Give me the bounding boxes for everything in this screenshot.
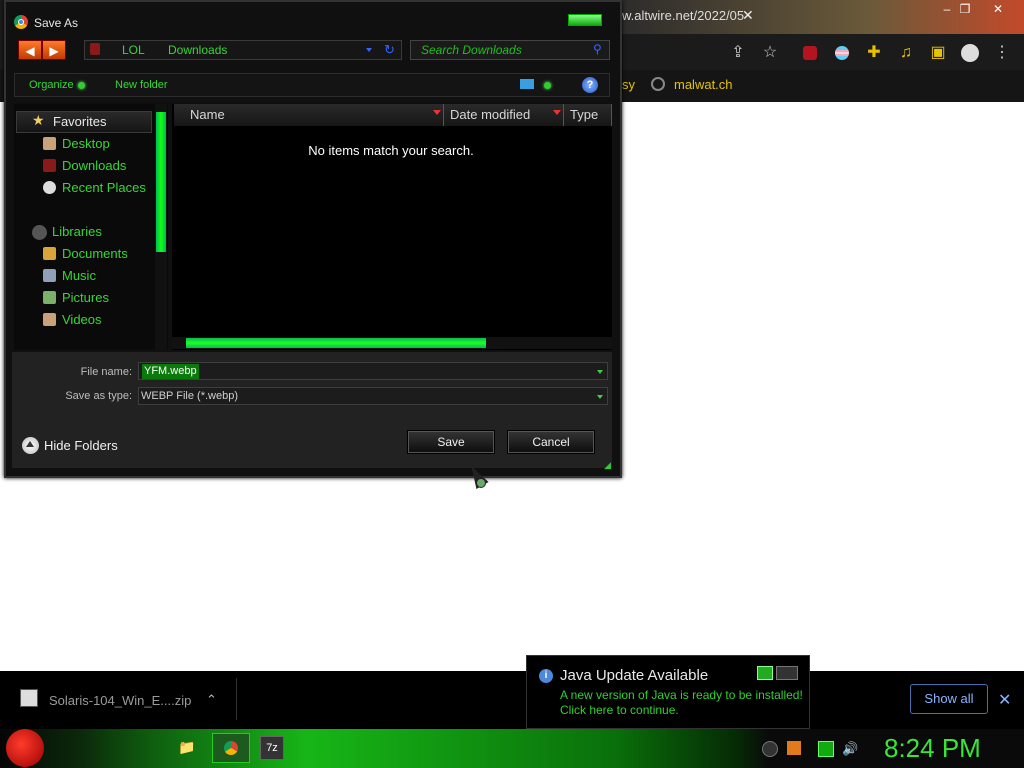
videos-icon — [43, 313, 56, 326]
libraries-header[interactable]: Libraries — [52, 224, 102, 239]
download-chevron-icon[interactable]: ⌃ — [206, 692, 217, 708]
toast-close-icon[interactable] — [776, 666, 798, 680]
toast-options-icon[interactable] — [757, 666, 773, 680]
music-icon — [43, 269, 56, 282]
search-icon[interactable]: ⚲ — [593, 42, 602, 56]
sidebar-item-videos[interactable]: Videos — [62, 312, 102, 327]
tray-network-icon[interactable] — [818, 741, 834, 757]
column-date-label: Date modified — [450, 107, 531, 122]
organize-button[interactable]: Organize — [29, 79, 74, 91]
taskbar-clock[interactable]: 8:24 PM — [884, 733, 981, 764]
extensions-icon[interactable]: ✚ — [864, 43, 884, 63]
globe-icon — [651, 77, 665, 91]
save-button[interactable]: Save — [408, 431, 494, 453]
download-item-name[interactable]: Solaris-104_Win_E....zip — [49, 693, 191, 708]
libraries-icon — [32, 225, 47, 240]
toast-message-line2[interactable]: Click here to continue. — [560, 703, 679, 717]
profile-flag-icon[interactable] — [832, 43, 852, 63]
documents-icon — [43, 247, 56, 260]
download-separator — [236, 678, 237, 720]
pictures-icon — [43, 291, 56, 304]
save-type-dropdown-icon[interactable] — [597, 395, 603, 399]
downloads-icon — [43, 159, 56, 172]
favorites-header[interactable]: Favorites — [53, 114, 106, 129]
back-button[interactable]: ◀ — [18, 40, 42, 60]
file-name-dropdown-icon[interactable] — [597, 370, 603, 374]
toast-message-line1[interactable]: A new version of Java is ready to be ins… — [560, 688, 803, 702]
explorer-taskbar-icon[interactable]: 📁 — [176, 736, 198, 758]
hide-folders-icon[interactable] — [22, 437, 39, 454]
tray-java-icon[interactable] — [762, 741, 778, 757]
restore-icon[interactable]: ❐ — [953, 0, 977, 18]
ublock-icon[interactable] — [800, 43, 820, 63]
dialog-title: Save As — [34, 16, 79, 30]
view-options-icon[interactable] — [520, 79, 534, 89]
column-date-dropdown-icon[interactable] — [553, 110, 561, 115]
desktop-icon — [43, 137, 56, 150]
file-list-hscrollbar-thumb[interactable] — [186, 338, 486, 348]
file-list[interactable] — [172, 104, 612, 350]
breadcrumb-downloads[interactable]: Downloads — [168, 43, 227, 57]
7zip-taskbar-icon[interactable]: 7z — [260, 736, 284, 760]
search-placeholder: Search Downloads — [421, 43, 522, 57]
column-name-dropdown-icon[interactable] — [433, 110, 441, 115]
downloads-close-icon[interactable]: ✕ — [998, 690, 1011, 710]
view-dropdown-icon[interactable] — [544, 82, 551, 89]
column-name[interactable]: Name — [174, 104, 444, 126]
window-close-icon[interactable]: ✕ — [986, 0, 1010, 18]
save-type-label: Save as type: — [65, 390, 132, 402]
column-type-label: Type — [570, 107, 599, 122]
help-icon[interactable]: ? — [582, 77, 598, 93]
favorites-star-icon: ★ — [32, 112, 45, 128]
sidepanel-icon[interactable]: ▣ — [928, 43, 948, 63]
info-icon: i — [539, 669, 553, 683]
file-name-value[interactable]: YFM.webp — [142, 364, 199, 379]
dialog-close-button[interactable] — [568, 14, 602, 26]
star-icon[interactable]: ☆ — [760, 43, 780, 63]
address-dropdown-icon[interactable] — [366, 48, 372, 52]
refresh-icon[interactable]: ↻ — [384, 42, 395, 58]
empty-message: No items match your search. — [308, 143, 474, 158]
column-type[interactable]: Type — [564, 104, 612, 126]
show-all-button[interactable]: Show all — [910, 684, 988, 714]
sidebar-item-documents[interactable]: Documents — [62, 246, 128, 261]
sidebar-item-downloads[interactable]: Downloads — [62, 158, 126, 173]
chrome-taskbar-icon — [224, 741, 238, 755]
toast-title: Java Update Available — [560, 667, 709, 684]
cancel-button[interactable]: Cancel — [508, 431, 594, 453]
column-date-modified[interactable]: Date modified — [444, 104, 564, 126]
tab-url[interactable]: w.altwire.net/2022/05 — [622, 8, 744, 23]
save-type-value: WEBP File (*.webp) — [141, 390, 238, 402]
bookmark-malwatch[interactable]: malwat.ch — [674, 77, 733, 92]
sidebar-item-recent-places[interactable]: Recent Places — [62, 180, 146, 195]
tray-update-icon[interactable] — [787, 741, 801, 755]
file-name-label: File name: — [80, 366, 132, 378]
hide-folders-button[interactable]: Hide Folders — [44, 438, 118, 453]
breadcrumb-lol[interactable]: LOL — [122, 43, 145, 57]
column-name-label: Name — [190, 107, 225, 122]
share-icon[interactable]: ⇪ — [728, 43, 748, 63]
media-icon[interactable]: ♫ — [896, 43, 916, 63]
tray-volume-icon[interactable]: 🔊 — [842, 741, 858, 756]
sidebar-item-desktop[interactable]: Desktop — [62, 136, 110, 151]
file-name-field[interactable] — [138, 362, 608, 380]
folder-icon — [90, 43, 100, 55]
cursor-busy-icon — [476, 478, 486, 488]
start-button-icon[interactable] — [6, 729, 44, 767]
nav-scrollbar-thumb[interactable] — [156, 112, 166, 252]
forward-button[interactable]: ▶ — [42, 40, 66, 60]
recent-places-icon — [43, 181, 56, 194]
organize-dropdown-icon — [78, 82, 85, 89]
bookmark-sy[interactable]: sy — [622, 77, 635, 92]
account-icon[interactable] — [960, 43, 980, 63]
sidebar-item-music[interactable]: Music — [62, 268, 96, 283]
new-folder-button[interactable]: New folder — [115, 79, 168, 91]
taskbar — [0, 729, 1024, 768]
resize-grip-icon[interactable]: ◢ — [604, 460, 611, 471]
tab-close-icon[interactable]: ✕ — [742, 7, 754, 24]
zip-file-icon — [20, 689, 38, 707]
menu-icon[interactable]: ⋮ — [992, 43, 1012, 63]
sidebar-item-pictures[interactable]: Pictures — [62, 290, 109, 305]
chrome-icon — [14, 15, 28, 29]
